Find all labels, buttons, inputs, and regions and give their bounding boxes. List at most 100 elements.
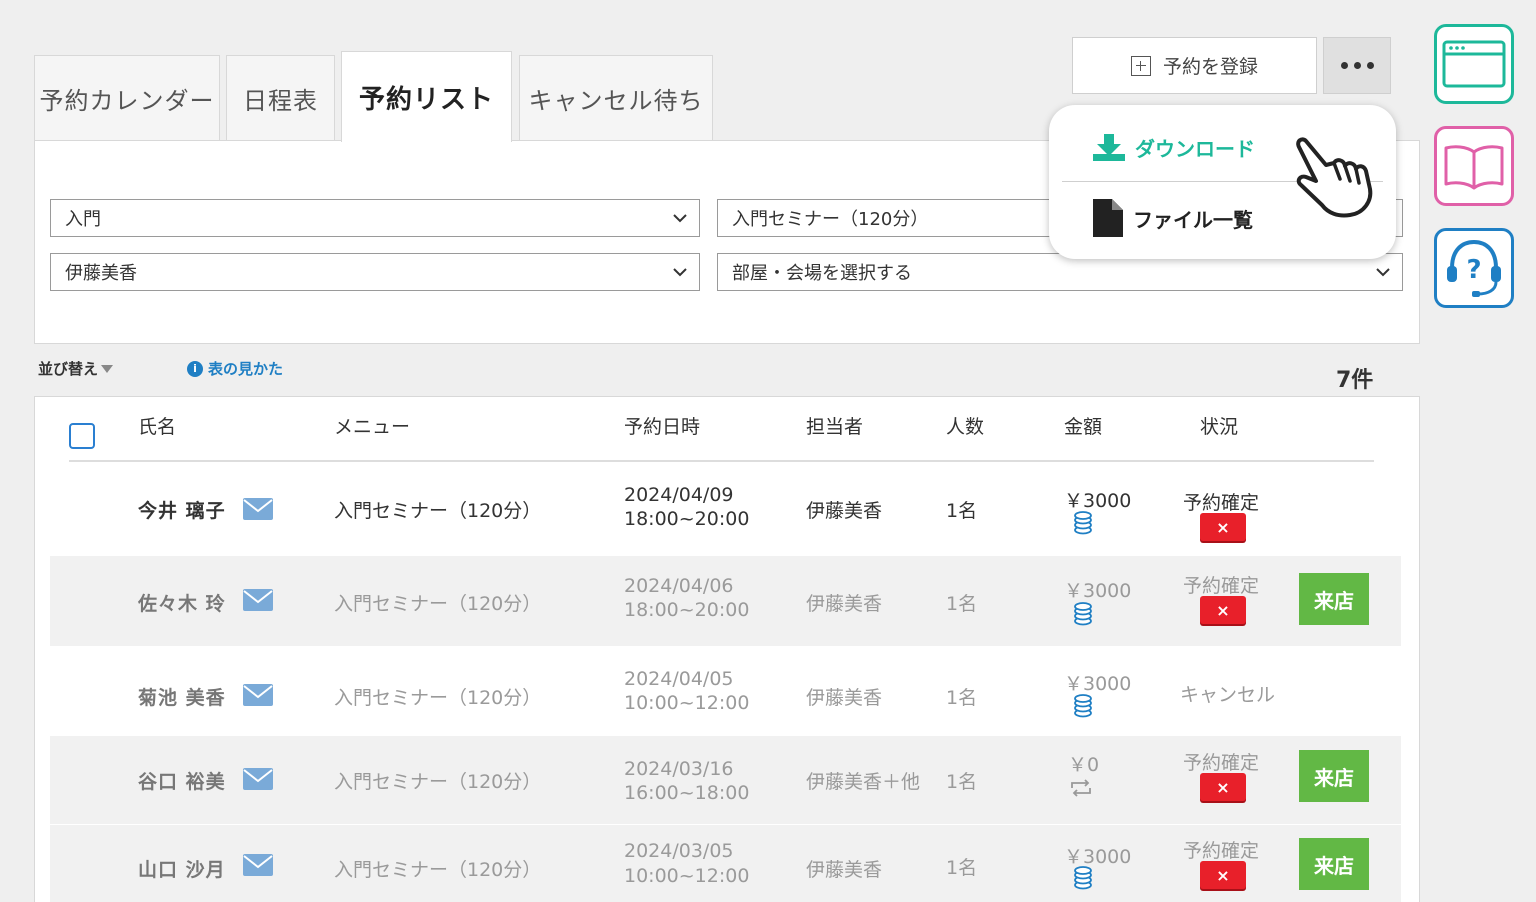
more-dots-icon xyxy=(1340,62,1348,69)
coins-icon[interactable] xyxy=(1073,602,1093,626)
column-header-menu[interactable]: メニュー xyxy=(334,412,410,439)
column-header-staff[interactable]: 担当者 xyxy=(806,412,863,439)
cancel-reservation-button[interactable]: × xyxy=(1200,596,1246,624)
row-date: 2024/03/05 xyxy=(624,840,734,862)
visit-button[interactable]: 来店 xyxy=(1299,838,1369,890)
row-name[interactable]: 谷口 裕美 xyxy=(138,767,226,794)
row-status: 予約確定 xyxy=(1183,575,1260,597)
row-menu: 入門セミナー（120分） xyxy=(334,859,542,881)
column-header-datetime[interactable]: 予約日時 xyxy=(624,412,700,439)
category-select[interactable]: 入門 xyxy=(50,199,700,237)
cancel-reservation-button[interactable]: × xyxy=(1200,513,1246,541)
row-name[interactable]: 今井 璃子 xyxy=(138,496,226,523)
row-time: 10:00~12:00 xyxy=(624,865,750,887)
select-all-checkbox[interactable] xyxy=(69,423,95,449)
column-header-name[interactable]: 氏名 xyxy=(138,412,176,439)
row-name[interactable]: 佐々木 玲 xyxy=(138,589,226,616)
row-menu: 入門セミナー（120分） xyxy=(334,593,542,615)
row-staff: 伊藤美香 xyxy=(806,500,883,522)
row-status: キャンセル xyxy=(1180,684,1276,706)
row-people: 1名 xyxy=(946,771,978,793)
file-list-label: ファイル一覧 xyxy=(1133,207,1253,232)
window-icon xyxy=(1442,40,1506,88)
tab-reservation-list[interactable]: 予約リスト xyxy=(341,51,512,142)
staff-select[interactable]: 伊藤美香 xyxy=(50,253,700,291)
visit-button[interactable]: 来店 xyxy=(1299,573,1369,625)
svg-text:?: ? xyxy=(1466,255,1481,285)
row-status: 予約確定 xyxy=(1183,752,1260,774)
mail-icon[interactable] xyxy=(243,498,273,520)
coins-icon[interactable] xyxy=(1073,866,1093,890)
chevron-down-icon xyxy=(673,214,687,223)
more-dot xyxy=(1366,62,1374,69)
sort-dropdown[interactable]: 並び替え xyxy=(38,358,114,379)
cancel-reservation-button[interactable]: × xyxy=(1200,773,1246,801)
mail-icon[interactable] xyxy=(243,854,273,876)
repeat-icon[interactable] xyxy=(1068,779,1094,797)
row-people: 1名 xyxy=(946,593,978,615)
tab-reservation-calendar[interactable]: 予約カレンダー xyxy=(34,55,220,141)
download-label: ダウンロード xyxy=(1135,137,1255,161)
row-name[interactable]: 菊池 美香 xyxy=(138,683,226,710)
cancel-reservation-button[interactable]: × xyxy=(1200,861,1246,889)
hand-pointer-icon xyxy=(1296,137,1373,218)
tab-schedule[interactable]: 日程表 xyxy=(226,55,335,141)
row-amount: ￥3000 xyxy=(1064,580,1132,602)
row-staff: 伊藤美香 xyxy=(806,593,883,615)
row-status: 予約確定 xyxy=(1183,840,1260,862)
mail-icon[interactable] xyxy=(243,768,273,790)
chevron-down-icon xyxy=(1376,268,1390,277)
tab-label: 日程表 xyxy=(243,87,318,115)
more-options-menu: ダウンロード ファイル一覧 xyxy=(1049,105,1396,259)
coins-icon[interactable] xyxy=(1073,511,1093,535)
tab-waitlist[interactable]: キャンセル待ち xyxy=(519,55,713,141)
row-menu: 入門セミナー（120分） xyxy=(334,500,542,522)
staff-value: 伊藤美香 xyxy=(65,263,137,284)
row-amount: ￥0 xyxy=(1068,754,1100,776)
more-dot xyxy=(1353,62,1361,69)
row-time: 10:00~12:00 xyxy=(624,692,750,714)
category-value: 入門 xyxy=(65,209,101,230)
support-headset-icon: ? xyxy=(1447,239,1501,297)
register-reservation-button[interactable]: 予約を登録 xyxy=(1072,37,1317,94)
row-people: 1名 xyxy=(946,687,978,709)
tab-label: 予約リスト xyxy=(358,84,494,115)
caret-down-icon xyxy=(101,364,114,373)
row-staff: 伊藤美香 xyxy=(806,859,883,881)
plus-square-icon xyxy=(1130,55,1151,76)
row-menu: 入門セミナー（120分） xyxy=(334,771,542,793)
room-placeholder: 部屋・会場を選択する xyxy=(732,263,912,284)
manual-button[interactable] xyxy=(1434,126,1514,206)
row-time: 16:00~18:00 xyxy=(624,782,750,804)
file-list-menu-item[interactable]: ファイル一覧 xyxy=(1093,199,1253,237)
tab-label: 予約カレンダー xyxy=(39,87,215,115)
column-header-amount[interactable]: 金額 xyxy=(1064,412,1102,439)
column-header-people[interactable]: 人数 xyxy=(946,412,984,439)
coins-icon[interactable] xyxy=(1073,694,1093,718)
row-time: 18:00~20:00 xyxy=(624,508,750,530)
tab-label: キャンセル待ち xyxy=(528,87,704,115)
mail-icon[interactable] xyxy=(243,684,273,706)
support-button[interactable]: ? xyxy=(1434,228,1514,308)
row-name[interactable]: 山口 沙月 xyxy=(138,855,226,882)
row-amount: ￥3000 xyxy=(1064,490,1132,512)
row-status: 予約確定 xyxy=(1183,492,1260,514)
download-icon xyxy=(1093,133,1125,161)
sort-label: 並び替え xyxy=(38,360,99,378)
row-amount: ￥3000 xyxy=(1064,673,1132,695)
column-header-status[interactable]: 状況 xyxy=(1200,412,1238,439)
row-menu: 入門セミナー（120分） xyxy=(334,687,542,709)
window-button[interactable] xyxy=(1434,24,1514,104)
visit-button[interactable]: 来店 xyxy=(1299,750,1369,802)
table-help-link[interactable]: i 表の見かた xyxy=(187,358,283,379)
register-label: 予約を登録 xyxy=(1162,56,1258,78)
more-options-button[interactable] xyxy=(1323,37,1391,94)
row-time: 18:00~20:00 xyxy=(624,599,750,621)
result-count: 7件 xyxy=(1336,368,1374,393)
download-menu-item[interactable]: ダウンロード xyxy=(1093,133,1255,162)
mail-icon[interactable] xyxy=(243,589,273,611)
row-people: 1名 xyxy=(946,500,978,522)
chevron-down-icon xyxy=(673,268,687,277)
row-date: 2024/04/09 xyxy=(624,484,734,506)
book-icon xyxy=(1444,145,1504,190)
